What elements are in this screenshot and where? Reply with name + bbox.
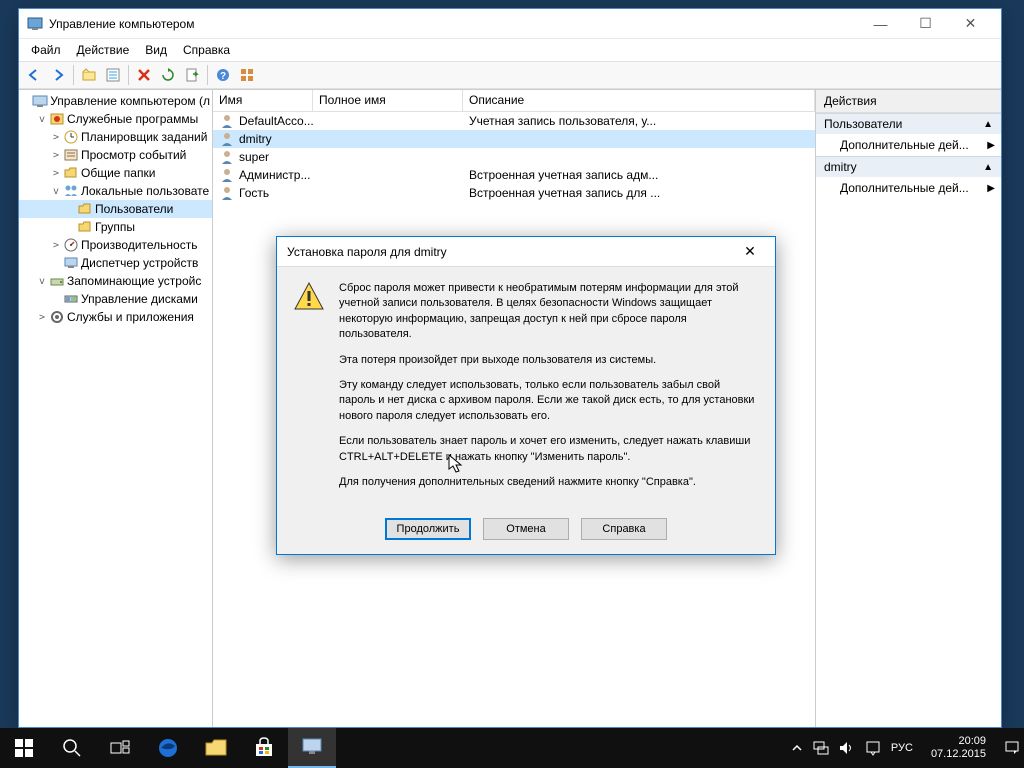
window-title: Управление компьютером	[49, 17, 858, 31]
list-header: Имя Полное имя Описание	[213, 90, 815, 112]
menubar: Файл Действие Вид Справка	[19, 39, 1001, 61]
list-row[interactable]: dmitry	[213, 130, 815, 148]
tree-servicesapps[interactable]: >Службы и приложения	[19, 308, 212, 326]
up-button[interactable]	[78, 64, 100, 86]
list-row[interactable]: super	[213, 148, 815, 166]
actions-section-users[interactable]: Пользователи▲	[816, 113, 1001, 134]
tree-performance[interactable]: >Производительность	[19, 236, 212, 254]
menu-view[interactable]: Вид	[137, 41, 175, 59]
dialog-close-button[interactable]: ✕	[735, 238, 765, 266]
forward-button[interactable]	[47, 64, 69, 86]
properties-button[interactable]	[102, 64, 124, 86]
toolbar: ?	[19, 61, 1001, 89]
action-center-icon[interactable]	[1004, 740, 1020, 756]
tree-sharedfolders[interactable]: >Общие папки	[19, 164, 212, 182]
dialog-buttons: Продолжить Отмена Справка	[277, 510, 775, 554]
menu-help[interactable]: Справка	[175, 41, 238, 59]
actions-section-dmitry[interactable]: dmitry▲	[816, 156, 1001, 177]
dialog-title-text: Установка пароля для dmitry	[287, 245, 735, 259]
language-indicator[interactable]: РУС	[891, 742, 913, 754]
user-icon	[219, 167, 235, 183]
back-button[interactable]	[23, 64, 45, 86]
help-button[interactable]: Справка	[581, 518, 667, 540]
tree-localusers[interactable]: vЛокальные пользовате	[19, 182, 212, 200]
svg-text:?: ?	[220, 71, 226, 82]
tree-eventviewer[interactable]: >Просмотр событий	[19, 146, 212, 164]
volume-icon[interactable]	[839, 741, 855, 755]
user-icon	[219, 185, 235, 201]
menu-action[interactable]: Действие	[69, 41, 138, 59]
search-button[interactable]	[48, 728, 96, 768]
user-icon	[219, 113, 235, 129]
tree-scheduler[interactable]: >Планировщик заданий	[19, 128, 212, 146]
actions-more[interactable]: Дополнительные дей...▶	[816, 134, 1001, 156]
taskview-button[interactable]	[96, 728, 144, 768]
titlebar[interactable]: Управление компьютером — ☐ ✕	[19, 9, 1001, 39]
notifications-icon[interactable]	[865, 740, 881, 756]
tree-diskmgmt[interactable]: Управление дисками	[19, 290, 212, 308]
delete-button[interactable]	[133, 64, 155, 86]
user-icon	[219, 149, 235, 165]
app-icon	[27, 16, 43, 32]
chevron-right-icon: ▶	[987, 140, 995, 151]
chevron-right-icon: ▶	[987, 183, 995, 194]
warning-icon	[293, 281, 325, 313]
tree-devicemgr[interactable]: Диспетчер устройств	[19, 254, 212, 272]
refresh-button[interactable]	[157, 64, 179, 86]
export-button[interactable]	[181, 64, 203, 86]
tray-up-icon[interactable]	[791, 742, 803, 754]
dialog-titlebar[interactable]: Установка пароля для dmitry ✕	[277, 237, 775, 267]
help-button[interactable]: ?	[212, 64, 234, 86]
view-button[interactable]	[236, 64, 258, 86]
edge-icon[interactable]	[144, 728, 192, 768]
start-button[interactable]	[0, 728, 48, 768]
tree-users[interactable]: Пользователи	[19, 200, 212, 218]
list-row[interactable]: DefaultAcco... Учетная запись пользовате…	[213, 112, 815, 130]
tree-panel: Управление компьютером (л vСлужебные про…	[19, 90, 213, 727]
close-button[interactable]: ✕	[948, 9, 993, 38]
compmgmt-icon[interactable]	[288, 728, 336, 768]
password-dialog: Установка пароля для dmitry ✕ Сброс паро…	[276, 236, 776, 555]
tree-services[interactable]: vСлужебные программы	[19, 110, 212, 128]
proceed-button[interactable]: Продолжить	[385, 518, 471, 540]
col-description[interactable]: Описание	[463, 90, 815, 111]
cancel-button[interactable]: Отмена	[483, 518, 569, 540]
menu-file[interactable]: Файл	[23, 41, 69, 59]
explorer-icon[interactable]	[192, 728, 240, 768]
store-icon[interactable]	[240, 728, 288, 768]
col-name[interactable]: Имя	[213, 90, 313, 111]
chevron-up-icon: ▲	[983, 162, 993, 173]
tree-storage[interactable]: vЗапоминающие устройс	[19, 272, 212, 290]
taskbar: РУС 20:09 07.12.2015	[0, 728, 1024, 768]
list-row[interactable]: Администр... Встроенная учетная запись а…	[213, 166, 815, 184]
tree-groups[interactable]: Группы	[19, 218, 212, 236]
user-icon	[219, 131, 235, 147]
actions-header: Действия	[816, 90, 1001, 113]
list-row[interactable]: Гость Встроенная учетная запись для ...	[213, 184, 815, 202]
tree-root[interactable]: Управление компьютером (л	[19, 92, 212, 110]
network-icon[interactable]	[813, 741, 829, 755]
system-tray: РУС 20:09 07.12.2015	[791, 735, 1024, 761]
maximize-button[interactable]: ☐	[903, 9, 948, 38]
minimize-button[interactable]: —	[858, 9, 903, 38]
dialog-text: Сброс пароля может привести к необратимы…	[339, 281, 759, 500]
clock[interactable]: 20:09 07.12.2015	[923, 735, 994, 761]
actions-more[interactable]: Дополнительные дей...▶	[816, 177, 1001, 199]
actions-panel: Действия Пользователи▲ Дополнительные де…	[816, 90, 1001, 727]
chevron-up-icon: ▲	[983, 119, 993, 130]
col-fullname[interactable]: Полное имя	[313, 90, 463, 111]
